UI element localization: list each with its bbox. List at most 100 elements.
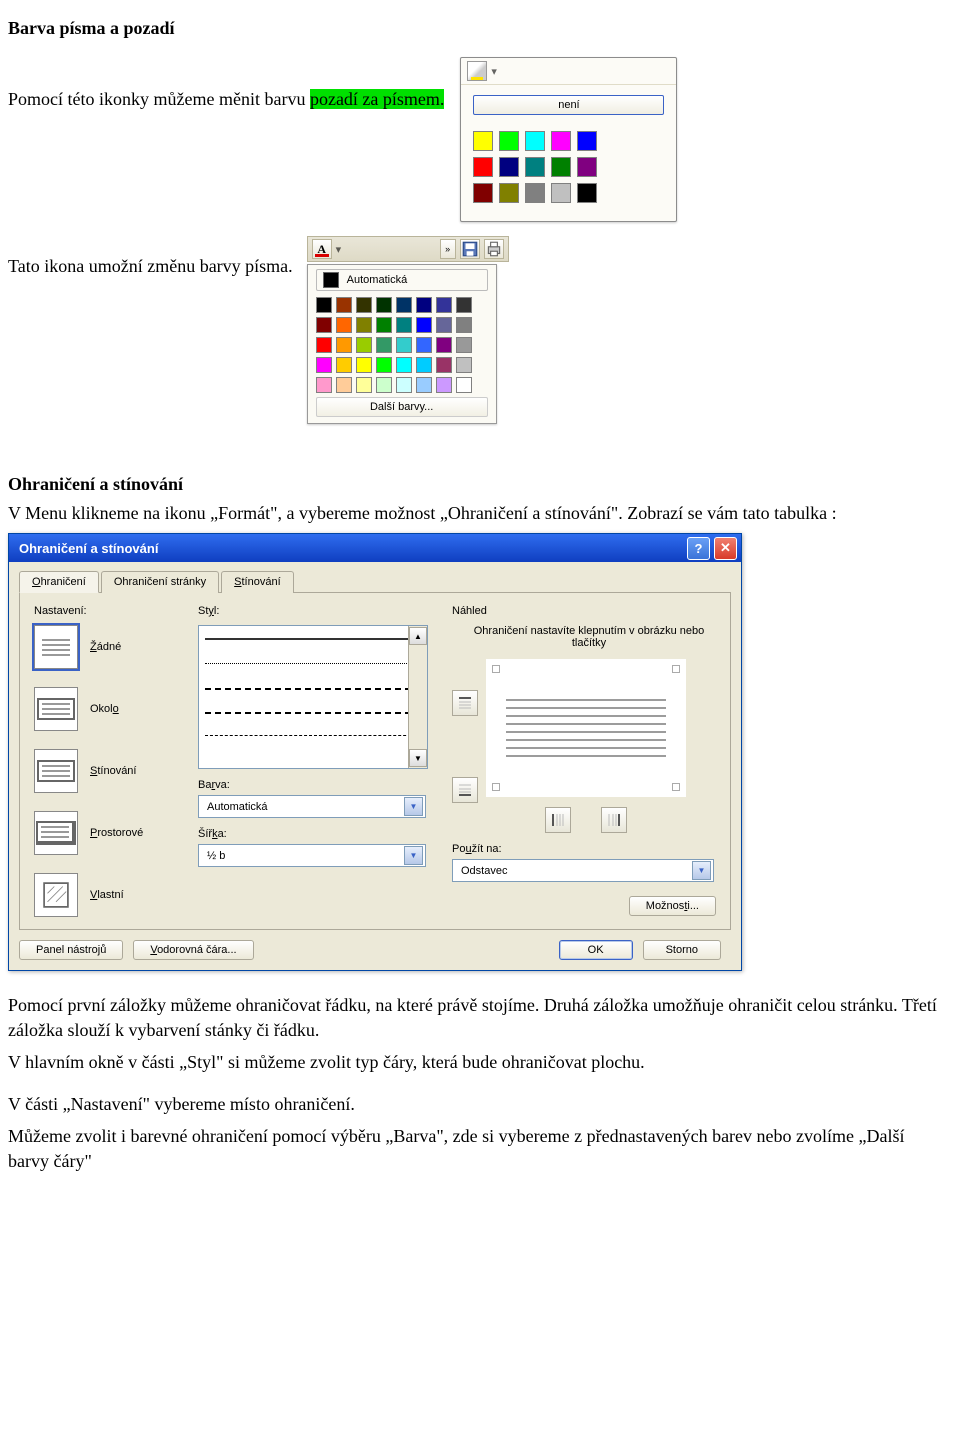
font-color-dropdown-arrow[interactable]: ▾ [336, 243, 342, 256]
ok-button[interactable]: OK [559, 940, 633, 960]
storno-button[interactable]: Storno [643, 940, 721, 960]
nastaveni-zadne-icon [34, 625, 78, 669]
highlight-swatch[interactable] [473, 131, 493, 151]
font-color-swatch[interactable] [336, 297, 352, 313]
barva-dropdown[interactable]: Automatická ▼ [198, 795, 426, 818]
font-color-swatch[interactable] [416, 377, 432, 393]
font-color-swatch[interactable] [316, 377, 332, 393]
font-color-swatch[interactable] [356, 357, 372, 373]
dropdown-arrow-icon: ▼ [692, 861, 711, 880]
nahled-preview[interactable] [486, 659, 686, 797]
font-color-swatch[interactable] [416, 317, 432, 333]
font-color-swatch[interactable] [336, 317, 352, 333]
panel-nastroju-button[interactable]: Panel nástrojů [19, 940, 123, 960]
vodorovna-cara-button[interactable]: Vodorovná čára... [133, 940, 253, 960]
highlight-none-button[interactable]: není [473, 95, 664, 115]
font-color-swatch[interactable] [356, 337, 372, 353]
highlight-swatch[interactable] [577, 157, 597, 177]
highlight-swatch[interactable] [577, 131, 597, 151]
sirka-label: Šířka: [198, 828, 438, 840]
font-color-swatch[interactable] [456, 317, 472, 333]
font-color-swatch[interactable] [316, 317, 332, 333]
highlight-swatch[interactable] [499, 131, 519, 151]
highlight-swatch[interactable] [499, 183, 519, 203]
tab-ohraniceni-stranky[interactable]: Ohraničení stránky [101, 571, 219, 593]
nastaveni-vlastni[interactable]: Vlastní [34, 873, 184, 917]
font-color-swatch[interactable] [356, 317, 372, 333]
highlighter-icon[interactable] [467, 61, 487, 81]
font-color-swatch[interactable] [436, 317, 452, 333]
font-color-swatch[interactable] [376, 377, 392, 393]
font-color-swatch[interactable] [456, 377, 472, 393]
font-color-swatch[interactable] [316, 337, 332, 353]
highlight-swatch[interactable] [551, 131, 571, 151]
font-color-swatch[interactable] [436, 357, 452, 373]
tab-ohraniceni[interactable]: Ohraničení [19, 571, 99, 593]
font-color-swatch[interactable] [376, 337, 392, 353]
borders-shading-dialog: Ohraničení a stínování ? ✕ Ohraničení Oh… [8, 533, 742, 971]
font-color-swatch[interactable] [416, 297, 432, 313]
highlight-swatch[interactable] [525, 157, 545, 177]
scroll-down-icon[interactable]: ▼ [409, 749, 427, 767]
nastaveni-stinovani[interactable]: Stínování [34, 749, 184, 793]
font-color-swatch[interactable] [456, 357, 472, 373]
edge-left-button[interactable] [545, 807, 571, 833]
font-color-automatic[interactable]: Automatická [316, 269, 488, 291]
font-color-swatch[interactable] [456, 297, 472, 313]
font-color-swatch[interactable] [336, 357, 352, 373]
highlight-swatch[interactable] [473, 157, 493, 177]
font-color-swatch[interactable] [376, 357, 392, 373]
font-color-button[interactable]: A [312, 239, 332, 259]
highlight-swatch[interactable] [525, 183, 545, 203]
highlight-swatch[interactable] [499, 157, 519, 177]
highlight-swatch[interactable] [525, 131, 545, 151]
font-color-swatch[interactable] [436, 337, 452, 353]
font-color-swatch[interactable] [316, 357, 332, 373]
highlight-swatch[interactable] [473, 183, 493, 203]
save-icon[interactable] [460, 239, 480, 259]
moznosti-button[interactable]: Možnosti... [629, 896, 716, 916]
font-color-swatch[interactable] [396, 297, 412, 313]
edge-top-button[interactable] [452, 690, 478, 716]
font-color-swatch[interactable] [456, 337, 472, 353]
styl-scrollbar[interactable]: ▲ ▼ [408, 626, 427, 768]
font-color-swatch[interactable] [436, 297, 452, 313]
font-color-more-button[interactable]: Další barvy... [316, 397, 488, 417]
font-color-swatch[interactable] [356, 297, 372, 313]
nastaveni-zadne[interactable]: Žádné [34, 625, 184, 669]
font-color-swatch[interactable] [396, 377, 412, 393]
scroll-up-icon[interactable]: ▲ [409, 627, 427, 645]
tab-stinovani[interactable]: Stínování [221, 571, 293, 593]
nastaveni-prostorove[interactable]: Prostorové [34, 811, 184, 855]
nastaveni-okolo[interactable]: Okolo [34, 687, 184, 731]
font-color-swatch[interactable] [436, 377, 452, 393]
font-color-swatch[interactable] [356, 377, 372, 393]
font-color-swatch[interactable] [336, 377, 352, 393]
dialog-help-button[interactable]: ? [687, 537, 710, 560]
font-color-swatch[interactable] [376, 317, 392, 333]
font-color-swatch[interactable] [396, 317, 412, 333]
highlight-dropdown-arrow[interactable]: ▾ [491, 65, 497, 78]
font-color-swatch[interactable] [396, 337, 412, 353]
highlight-color-popup: ▾ není [460, 57, 677, 222]
print-icon[interactable] [484, 239, 504, 259]
highlight-swatch[interactable] [551, 157, 571, 177]
edge-bottom-button[interactable] [452, 777, 478, 803]
font-color-swatch[interactable] [316, 297, 332, 313]
highlight-swatch[interactable] [551, 183, 571, 203]
edge-right-button[interactable] [601, 807, 627, 833]
styl-list[interactable]: ▲ ▼ [198, 625, 428, 769]
font-color-swatch[interactable] [396, 357, 412, 373]
para-1-highlight: pozadí za písmem. [310, 89, 444, 109]
font-color-swatch[interactable] [416, 357, 432, 373]
dialog-close-button[interactable]: ✕ [714, 537, 737, 560]
font-color-swatch[interactable] [376, 297, 392, 313]
para-1: Pomocí této ikonky můžeme měnit barvu po… [8, 87, 444, 111]
sirka-dropdown[interactable]: ½ b ▼ [198, 844, 426, 867]
highlight-swatch[interactable] [577, 183, 597, 203]
font-color-swatch[interactable] [336, 337, 352, 353]
pouzit-dropdown[interactable]: Odstavec ▼ [452, 859, 714, 882]
font-color-swatch[interactable] [416, 337, 432, 353]
dialog-title: Ohraničení a stínování [19, 541, 158, 556]
toolbar-more-icon[interactable]: » [440, 239, 456, 259]
